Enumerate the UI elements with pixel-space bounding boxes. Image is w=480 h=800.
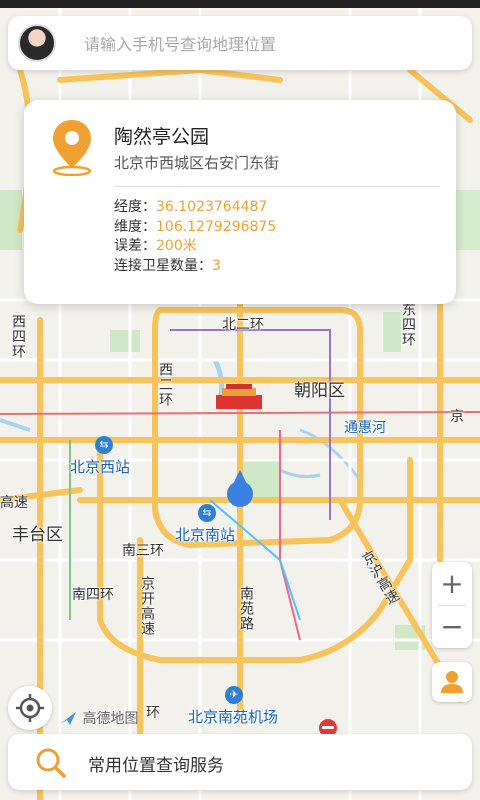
common-location-service-label: 常用位置查询服务 bbox=[88, 756, 224, 776]
longitude-row: 经度：36.1023764487 bbox=[114, 198, 276, 218]
location-info-card: 陶然亭公园 北京市西城区右安门东街 经度：36.1023764487 维度：10… bbox=[24, 100, 456, 304]
divider bbox=[114, 186, 440, 187]
place-name: 陶然亭公园 bbox=[114, 126, 210, 148]
satellites-value: 3 bbox=[212, 257, 221, 274]
map-label-gaosu: 高速 bbox=[0, 495, 28, 511]
train-station-icon: ⇆ bbox=[95, 436, 113, 454]
map-label-jing-partial: 京 bbox=[450, 409, 464, 425]
map-label-beijing-west-station: 北京西站 bbox=[70, 458, 131, 476]
longitude-label: 经度： bbox=[114, 199, 156, 215]
map-label-tonghui-river: 通惠河 bbox=[344, 420, 386, 436]
amap-logo: 高德地图 bbox=[58, 708, 138, 728]
error-value: 200米 bbox=[156, 238, 197, 254]
common-location-service-bar[interactable]: 常用位置查询服务 bbox=[8, 734, 472, 790]
map-label-nanyuan-road: 南苑路 bbox=[238, 586, 254, 631]
map-label-south-fourth-ring: 南四环 bbox=[72, 587, 114, 603]
search-icon bbox=[36, 748, 66, 778]
train-station-icon: ⇆ bbox=[198, 504, 216, 522]
crosshair-icon bbox=[16, 694, 44, 722]
map-label-fengtai: 丰台区 bbox=[12, 525, 63, 545]
status-bar bbox=[0, 0, 480, 8]
place-address: 北京市西城区右安门东街 bbox=[114, 154, 280, 172]
error-label: 误差： bbox=[114, 238, 156, 254]
airport-icon: ✈ bbox=[225, 686, 243, 704]
user-icon bbox=[441, 671, 463, 693]
latitude-label: 维度： bbox=[114, 218, 156, 235]
amap-logo-text: 高德地图 bbox=[82, 711, 139, 727]
map-label-east-fourth-ring: 东四环 bbox=[400, 302, 416, 347]
avatar[interactable] bbox=[18, 24, 56, 62]
zoom-out-button[interactable]: − bbox=[432, 605, 472, 648]
map-label-beijing-south-station: 北京南站 bbox=[175, 526, 236, 544]
phone-search-input[interactable] bbox=[82, 30, 456, 58]
map-label-nanyuan-airport: 北京南苑机场 bbox=[188, 708, 279, 726]
satellites-row: 连接卫星数量：3 bbox=[114, 257, 276, 277]
map-label-west-fourth-ring: 西四环 bbox=[10, 314, 26, 359]
map-label-north-second-ring: 北二环 bbox=[222, 317, 264, 333]
map-label-west-second-ring: 西二环 bbox=[157, 362, 173, 407]
satellites-label: 连接卫星数量： bbox=[114, 257, 212, 274]
map-label-chaoyang: 朝阳区 bbox=[294, 381, 345, 401]
map-label-jingkai-expressway: 京开高速 bbox=[139, 576, 155, 636]
zoom-in-button[interactable]: + bbox=[432, 562, 472, 605]
location-pin-icon bbox=[52, 120, 92, 176]
amap-arrow-icon bbox=[60, 712, 76, 725]
zoom-control: + − bbox=[432, 562, 472, 648]
latitude-row: 维度：106.1279296875 bbox=[114, 218, 276, 238]
user-button[interactable] bbox=[432, 662, 472, 702]
map-label-huan: 环 bbox=[146, 705, 160, 721]
locate-button[interactable] bbox=[8, 686, 52, 730]
latitude-value: 106.1279296875 bbox=[156, 218, 277, 235]
search-bar bbox=[8, 16, 472, 70]
error-row: 误差：200米 bbox=[114, 237, 276, 257]
info-rows: 经度：36.1023764487 维度：106.1279296875 误差：20… bbox=[114, 198, 276, 276]
longitude-value: 36.1023764487 bbox=[156, 199, 268, 215]
map-label-south-third-ring: 南三环 bbox=[122, 543, 164, 559]
